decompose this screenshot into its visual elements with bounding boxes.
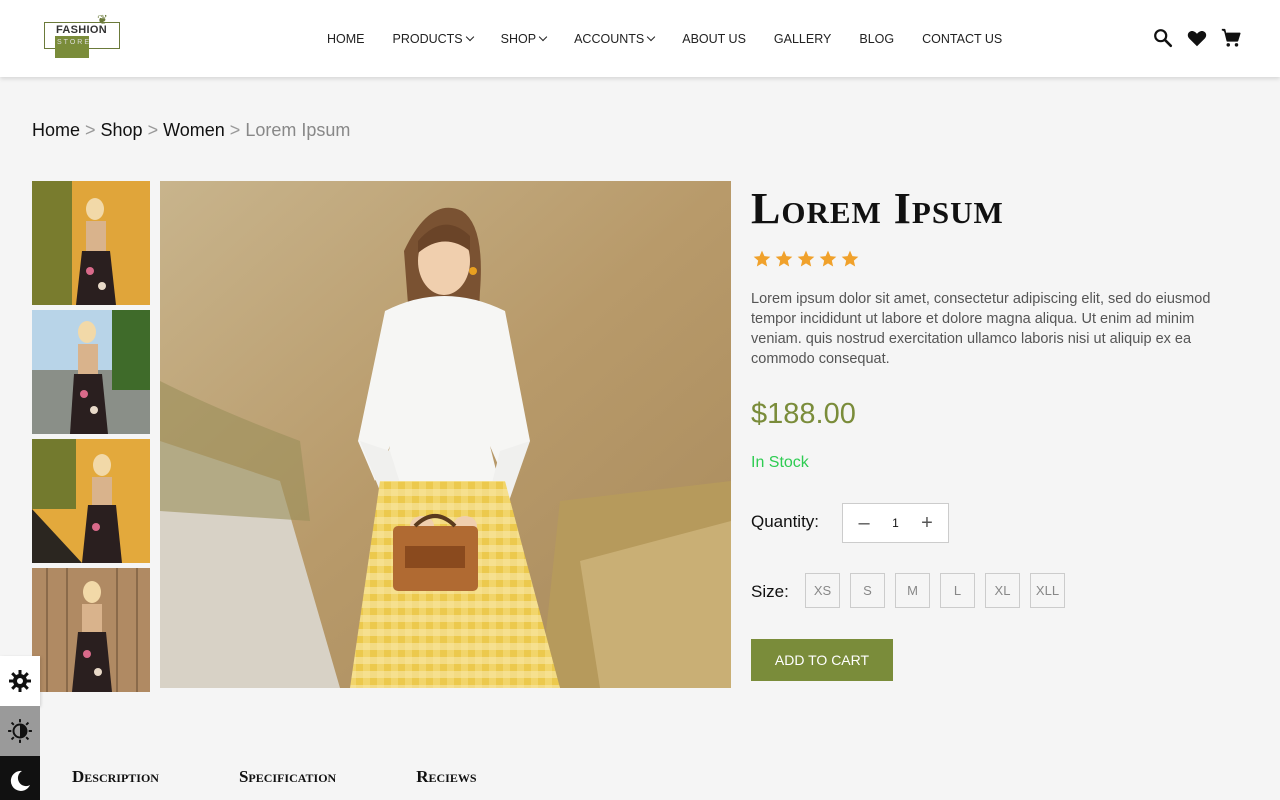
nav-accounts-label: ACCOUNTS — [574, 32, 645, 46]
nav-about-label: ABOUT US — [682, 32, 746, 46]
quantity-decrease-button[interactable]: – — [857, 512, 871, 535]
breadcrumb-separator: > — [85, 120, 96, 140]
product-thumbnail[interactable] — [32, 181, 150, 305]
product-tabs: Description Specification Reciews — [72, 767, 477, 787]
nav-home[interactable]: HOME — [327, 31, 365, 47]
star-icon — [841, 250, 859, 267]
size-options: XS S M L XL XLL — [805, 573, 1075, 608]
main-nav: HOME PRODUCTS SHOP ACCOUNTS ABOUT US GAL… — [327, 31, 1030, 47]
nav-products-label: PRODUCTS — [392, 32, 463, 46]
breadcrumb-separator: > — [147, 120, 159, 140]
logo-text: FASHION — [56, 24, 107, 36]
nav-contact[interactable]: CONTACT US — [922, 31, 1002, 47]
nav-accounts[interactable]: ACCOUNTS — [574, 31, 656, 47]
product-title: Lorem Ipsum — [751, 184, 1004, 233]
tab-reviews[interactable]: Reciews — [416, 767, 476, 787]
size-label: Size: — [751, 582, 789, 601]
product-main-image[interactable] — [160, 181, 731, 688]
site-header: ❦ FASHION STORE HOME PRODUCTS SHOP ACCOU… — [0, 0, 1280, 77]
tab-description[interactable]: Description — [72, 767, 159, 787]
light-mode-toggle[interactable] — [0, 706, 40, 756]
nav-blog[interactable]: BLOG — [859, 31, 894, 47]
nav-shop[interactable]: SHOP — [500, 31, 548, 47]
breadcrumb: Home > Shop > Women > Lorem Ipsum — [32, 120, 350, 141]
store-logo[interactable]: ❦ FASHION STORE — [43, 12, 123, 60]
product-rating — [752, 249, 862, 269]
nav-gallery-label: GALLERY — [773, 32, 832, 46]
product-thumbnail[interactable] — [32, 310, 150, 434]
stock-status: In Stock — [751, 454, 809, 471]
tab-specification[interactable]: Specification — [239, 767, 336, 787]
heart-icon[interactable] — [1186, 27, 1208, 49]
nav-products[interactable]: PRODUCTS — [392, 31, 474, 47]
nav-gallery[interactable]: GALLERY — [774, 31, 831, 47]
quantity-increase-button[interactable]: + — [920, 512, 934, 535]
chevron-down-icon — [538, 32, 548, 42]
breadcrumb-separator: > — [229, 120, 241, 140]
brightness-icon — [8, 719, 32, 743]
size-option-xl[interactable]: XL — [985, 573, 1020, 608]
quantity-label: Quantity: — [751, 512, 820, 531]
star-icon — [775, 250, 793, 267]
gear-icon — [9, 670, 31, 692]
add-to-cart-button[interactable]: ADD TO CART — [751, 639, 893, 681]
chevron-down-icon — [465, 32, 474, 42]
nav-home-label: HOME — [327, 32, 365, 46]
size-option-xs[interactable]: XS — [805, 573, 840, 608]
size-option-xll[interactable]: XLL — [1030, 573, 1065, 608]
dark-mode-toggle[interactable] — [0, 756, 40, 800]
cart-icon[interactable] — [1220, 27, 1242, 49]
chevron-down-icon — [647, 32, 656, 42]
breadcrumb-women[interactable]: Women — [163, 120, 225, 140]
search-icon[interactable] — [1152, 27, 1174, 49]
product-thumbnail[interactable] — [32, 439, 150, 563]
breadcrumb-current: Lorem Ipsum — [245, 120, 351, 140]
product-price: $188.00 — [751, 398, 856, 430]
star-icon — [797, 250, 815, 267]
breadcrumb-shop[interactable]: Shop — [101, 120, 143, 140]
product-thumbnails — [32, 181, 150, 697]
settings-toggle[interactable] — [0, 656, 40, 706]
nav-contact-label: CONTACT US — [922, 32, 1003, 46]
size-option-l[interactable]: L — [940, 573, 975, 608]
size-option-s[interactable]: S — [850, 573, 885, 608]
nav-about[interactable]: ABOUT US — [682, 31, 746, 47]
moon-icon — [10, 770, 30, 791]
nav-blog-label: BLOG — [859, 32, 895, 46]
product-thumbnail[interactable] — [32, 568, 150, 692]
product-description: Lorem ipsum dolor sit amet, consectetur … — [751, 291, 1211, 367]
quantity-stepper: – 1 + — [842, 503, 949, 543]
quantity-input[interactable]: 1 — [892, 516, 899, 530]
nav-shop-label: SHOP — [500, 32, 537, 46]
breadcrumb-home[interactable]: Home — [32, 120, 80, 140]
logo-subtext: STORE — [57, 39, 91, 46]
star-icon — [753, 250, 771, 267]
header-actions — [1152, 27, 1254, 49]
size-option-m[interactable]: M — [895, 573, 930, 608]
star-icon — [819, 250, 837, 267]
